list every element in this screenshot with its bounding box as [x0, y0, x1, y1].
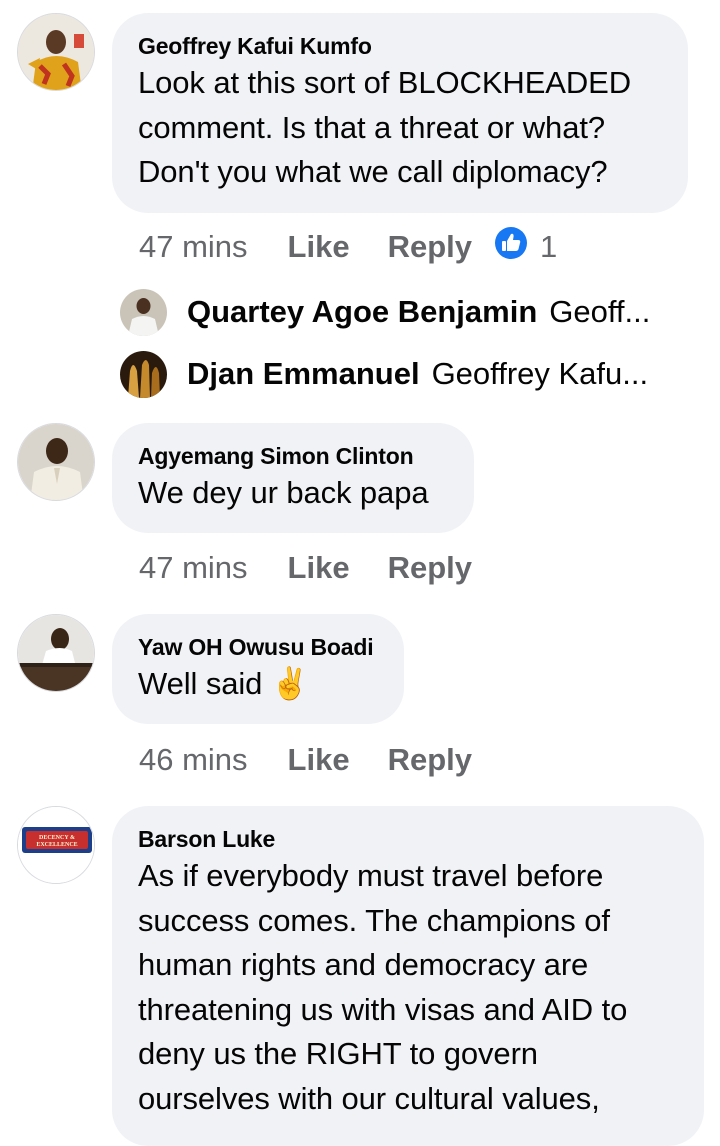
reaction-count: 1 [540, 229, 558, 264]
comment-bubble: Yaw OH Owusu Boadi Well said ✌️ [112, 614, 404, 724]
reply-button[interactable]: Reply [388, 742, 472, 778]
comment-actions: 47 mins Like Reply 1 [139, 227, 557, 267]
avatar[interactable] [17, 423, 95, 501]
comment-author[interactable]: Yaw OH Owusu Boadi [138, 632, 378, 662]
comment-bubble: Barson Luke As if everybody must travel … [112, 806, 704, 1146]
avatar[interactable] [17, 13, 95, 91]
comment-actions: 47 mins Like Reply [139, 548, 494, 588]
comment-time[interactable]: 47 mins [139, 550, 248, 586]
comment-text: We dey ur back papa [138, 475, 429, 510]
comment-text: As if everybody must travel before succe… [138, 858, 628, 1116]
comment-bubble: Agyemang Simon Clinton We dey ur back pa… [112, 423, 474, 533]
reply-preview[interactable]: Djan Emmanuel Geoffrey Kafu... [120, 350, 648, 398]
comment-author[interactable]: Barson Luke [138, 824, 678, 854]
comment-author[interactable]: Agyemang Simon Clinton [138, 441, 448, 471]
reaction-summary[interactable]: 1 [494, 226, 557, 268]
comment-bubble: Geoffrey Kafui Kumfo Look at this sort o… [112, 13, 688, 213]
reply-button[interactable]: Reply [388, 229, 472, 265]
comment-author[interactable]: Geoffrey Kafui Kumfo [138, 31, 662, 61]
avatar [120, 350, 167, 398]
logo-text: EXCELLENCE [36, 842, 77, 848]
reply-preview[interactable]: Quartey Agoe Benjamin Geoff... [120, 288, 650, 336]
like-button[interactable]: Like [288, 229, 350, 265]
comment-actions: 46 mins Like Reply [139, 740, 494, 780]
comment-text: Well said ✌️ [138, 666, 310, 701]
logo-text: DECENCY & [39, 835, 75, 841]
avatar [120, 288, 167, 336]
comment-time[interactable]: 46 mins [139, 742, 248, 778]
avatar[interactable]: DECENCY & EXCELLENCE [17, 806, 95, 884]
reply-author[interactable]: Djan Emmanuel [187, 356, 420, 392]
avatar[interactable] [17, 614, 95, 692]
comment-time[interactable]: 47 mins [139, 229, 248, 265]
reply-button[interactable]: Reply [388, 550, 472, 586]
thumbs-up-icon [494, 226, 528, 268]
reply-author[interactable]: Quartey Agoe Benjamin [187, 294, 537, 330]
like-button[interactable]: Like [288, 742, 350, 778]
like-button[interactable]: Like [288, 550, 350, 586]
comment-text: Look at this sort of BLOCKHEADED comment… [138, 65, 631, 189]
reply-preview-text: Geoff... [549, 294, 651, 329]
reply-preview-text: Geoffrey Kafu... [431, 356, 649, 391]
